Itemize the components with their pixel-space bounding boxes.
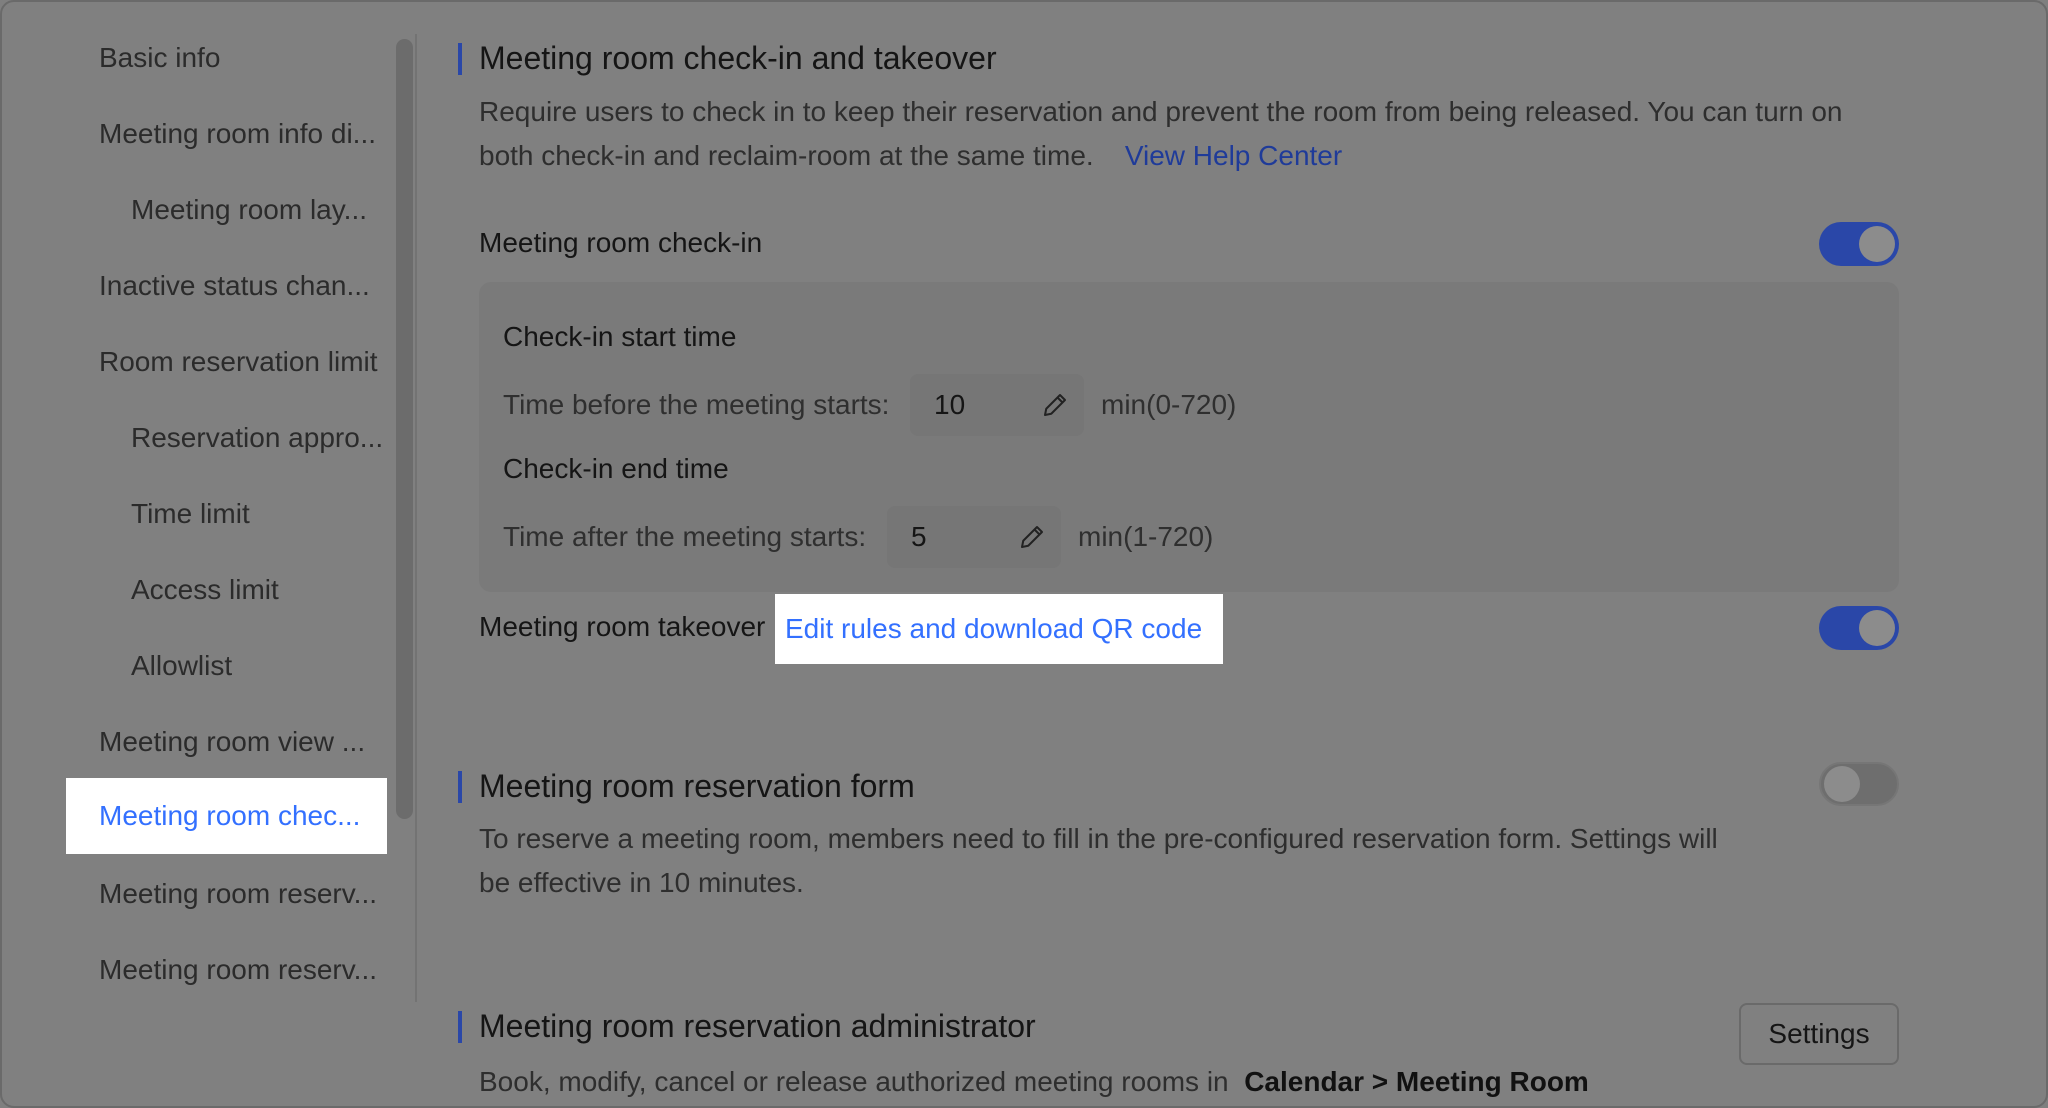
checkin-toggle-label: Meeting room check-in (479, 227, 763, 258)
section-accent-bar (458, 43, 462, 75)
checkin-section-title: Meeting room check-in and takeover (479, 40, 997, 76)
reservation-admin-title: Meeting room reservation administrator (479, 1008, 1036, 1044)
sidebar-item-reservation-approval[interactable]: Reservation appro... (131, 421, 389, 455)
checkin-start-value: 10 (934, 389, 966, 420)
sidebar-item-reservation-form[interactable]: Meeting room reserv... (99, 877, 389, 911)
sidebar-item-checkin-active[interactable]: Meeting room chec... (66, 778, 387, 854)
pencil-icon[interactable] (1040, 390, 1070, 420)
section-accent-bar (458, 1011, 462, 1043)
toggle-knob (1859, 610, 1895, 646)
sidebar-item-reservation-admin[interactable]: Meeting room reserv... (99, 953, 389, 987)
sidebar-item-room-view[interactable]: Meeting room view ... (99, 725, 389, 759)
checkin-end-input[interactable]: 5 (887, 506, 1061, 568)
sidebar-item-basic-info[interactable]: Basic info (99, 41, 389, 75)
reservation-form-toggle[interactable] (1819, 762, 1899, 806)
reservation-admin-description: Book, modify, cancel or release authoriz… (479, 1060, 1779, 1104)
checkin-start-range: min(0-720) (1101, 389, 1237, 420)
sidebar-item-allowlist[interactable]: Allowlist (131, 649, 389, 683)
checkin-end-range: min(1-720) (1078, 521, 1214, 552)
checkin-start-label: Time before the meeting starts: (503, 389, 890, 420)
takeover-toggle[interactable] (1819, 606, 1899, 650)
pencil-icon[interactable] (1017, 522, 1047, 552)
checkin-section-description: Require users to check in to keep their … (479, 90, 1899, 178)
sidebar-item-room-layout[interactable]: Meeting room lay... (131, 193, 389, 227)
takeover-toggle-label: Meeting room takeover (479, 611, 766, 642)
edit-rules-qr-link[interactable]: Edit rules and download QR code (775, 594, 1223, 664)
checkin-start-heading: Check-in start time (503, 321, 737, 352)
calendar-path-text: Calendar > Meeting Room (1244, 1066, 1589, 1097)
section-accent-bar (458, 771, 462, 803)
sidebar-item-reservation-limit[interactable]: Room reservation limit (99, 345, 389, 379)
admin-description-prefix: Book, modify, cancel or release authoriz… (479, 1066, 1229, 1097)
reservation-form-description: To reserve a meeting room, members need … (479, 823, 1718, 898)
checkin-toggle[interactable] (1819, 222, 1899, 266)
sidebar-item-room-info-display[interactable]: Meeting room info di... (99, 117, 389, 151)
sidebar-item-inactive-status[interactable]: Inactive status chan... (99, 269, 389, 303)
checkin-end-value: 5 (911, 521, 927, 552)
toggle-knob (1824, 766, 1860, 802)
page-frame: Basic info Meeting room info di... Meeti… (0, 0, 2048, 1108)
sidebar-item-access-limit[interactable]: Access limit (131, 573, 389, 607)
settings-button[interactable]: Settings (1739, 1003, 1899, 1065)
sidebar-nav: Basic info Meeting room info di... Meeti… (2, 2, 417, 1106)
view-help-center-link[interactable]: View Help Center (1125, 140, 1342, 171)
sidebar-scrollbar[interactable] (396, 39, 413, 819)
sidebar-item-time-limit[interactable]: Time limit (131, 497, 389, 531)
checkin-start-input[interactable]: 10 (910, 374, 1084, 436)
toggle-knob (1859, 226, 1895, 262)
checkin-end-heading: Check-in end time (503, 453, 729, 484)
checkin-end-label: Time after the meeting starts: (503, 521, 867, 552)
reservation-form-title: Meeting room reservation form (479, 768, 915, 804)
